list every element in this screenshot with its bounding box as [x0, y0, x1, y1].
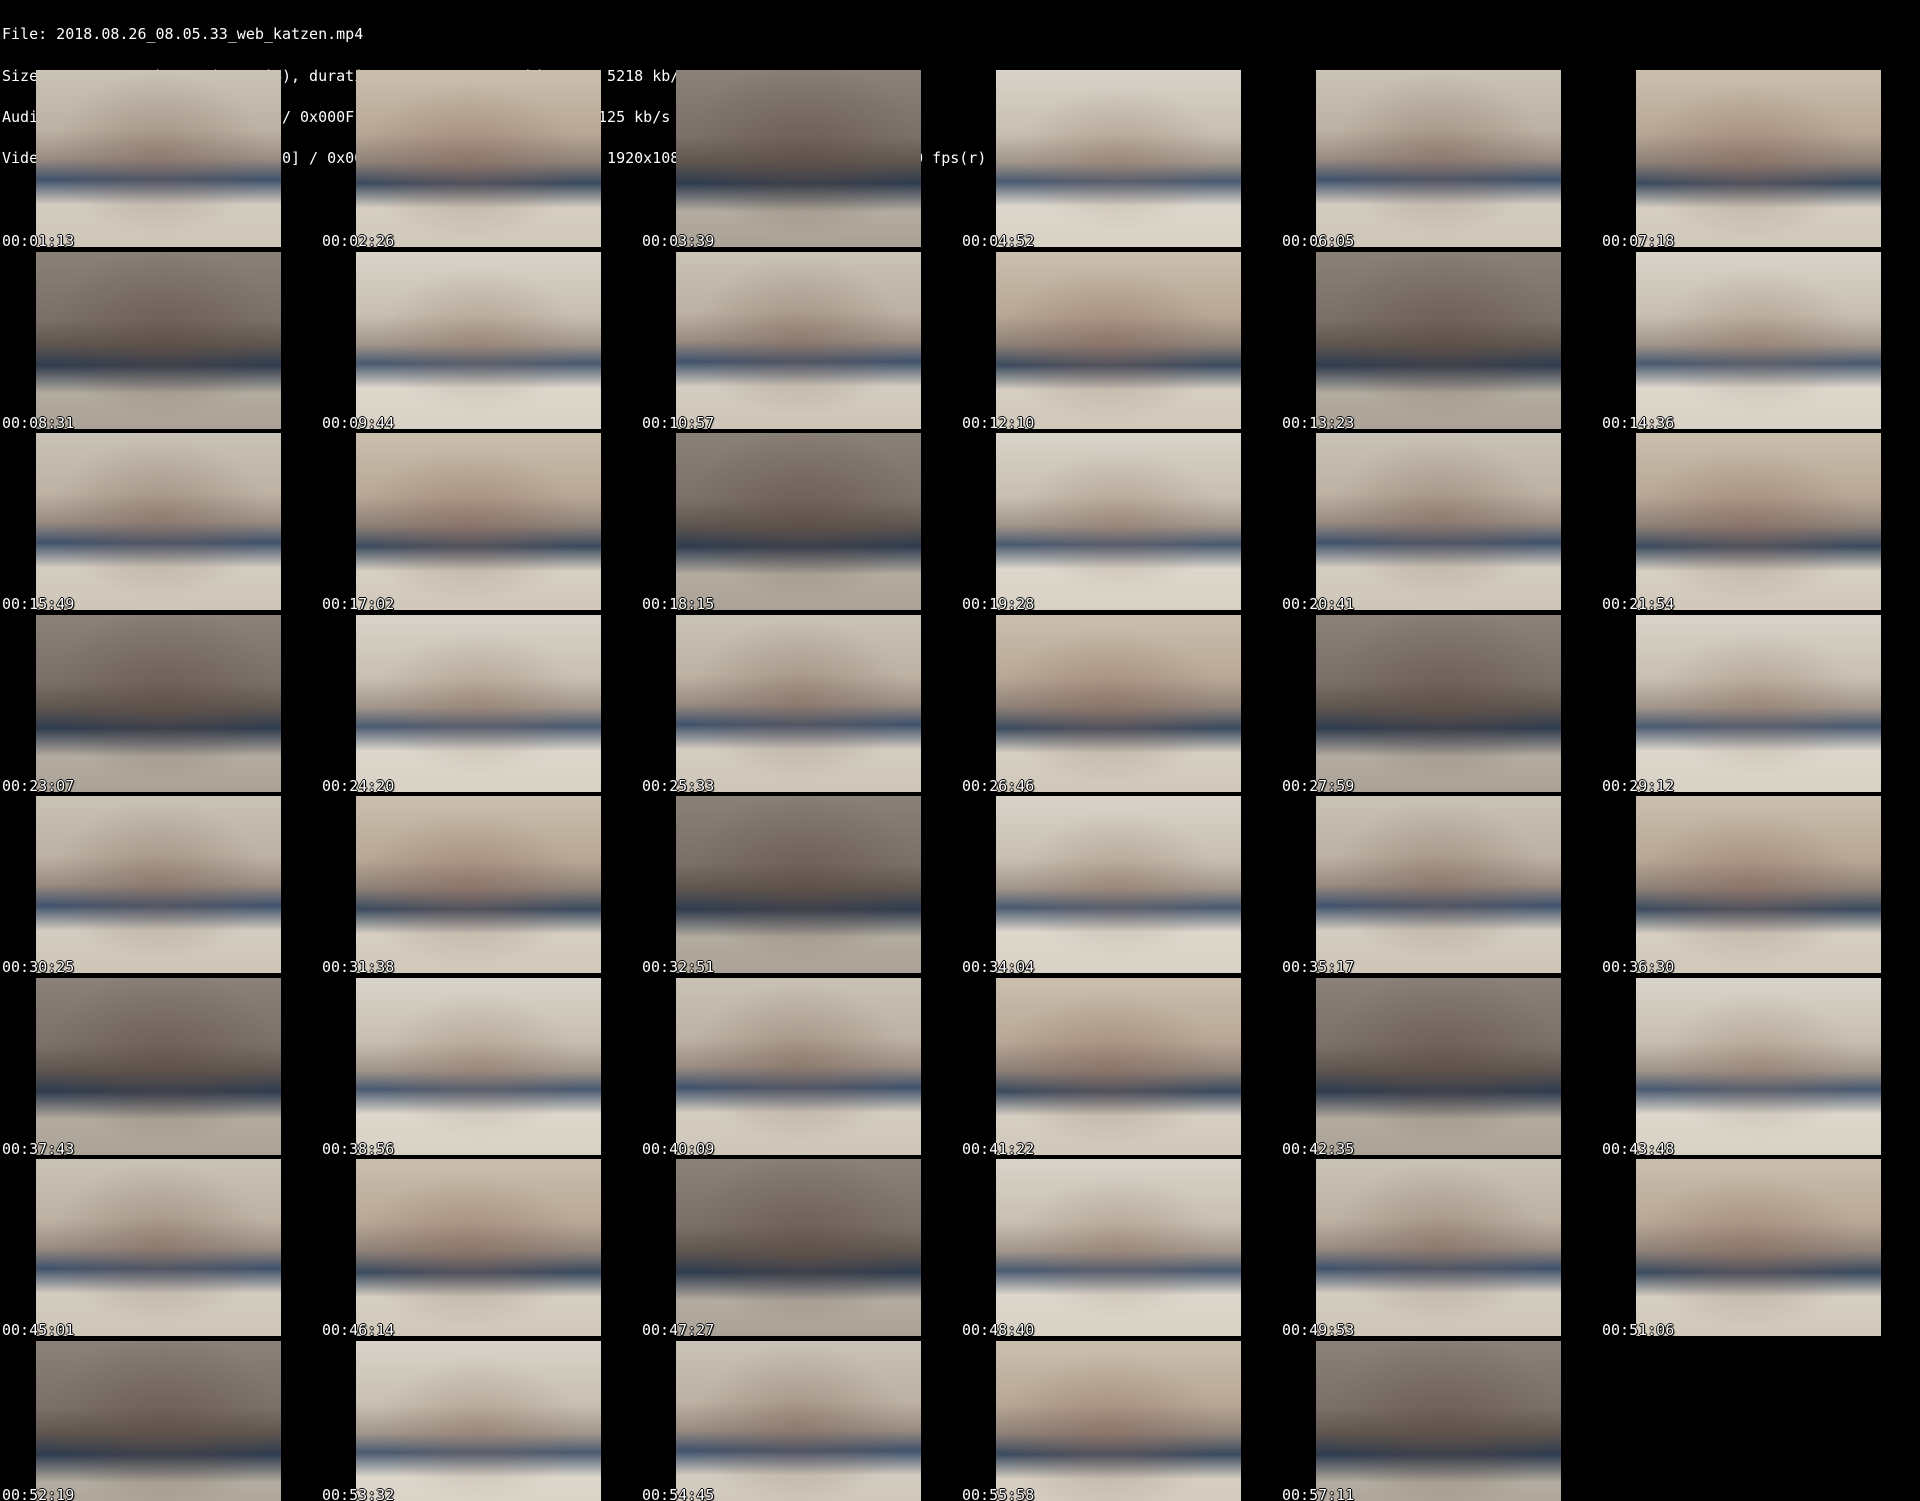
- video-thumbnail: [1316, 70, 1561, 247]
- timestamp-label: 00:47:27: [642, 1321, 715, 1339]
- video-thumbnail: [1636, 70, 1881, 247]
- timestamp-label: 00:41:22: [962, 1140, 1035, 1158]
- timestamp-label: 00:04:52: [962, 232, 1035, 250]
- video-thumbnail: [1636, 1159, 1881, 1336]
- timestamp-label: 00:01:13: [2, 232, 75, 250]
- video-thumbnail: [676, 1341, 921, 1501]
- timestamp-label: 00:29:12: [1602, 777, 1675, 795]
- timestamp-label: 00:40:09: [642, 1140, 715, 1158]
- timestamp-label: 00:38:56: [322, 1140, 395, 1158]
- video-thumbnail: [356, 978, 601, 1155]
- timestamp-label: 00:54:45: [642, 1486, 715, 1501]
- timestamp-label: 00:24:20: [322, 777, 395, 795]
- timestamp-label: 00:46:14: [322, 1321, 395, 1339]
- timestamp-label: 00:20:41: [1282, 595, 1355, 613]
- timestamp-label: 00:06:05: [1282, 232, 1355, 250]
- timestamp-label: 00:53:32: [322, 1486, 395, 1501]
- video-thumbnail: [1316, 252, 1561, 429]
- video-thumbnail: [676, 978, 921, 1155]
- timestamp-label: 00:09:44: [322, 414, 395, 432]
- video-thumbnail: [356, 70, 601, 247]
- timestamp-label: 00:32:51: [642, 958, 715, 976]
- timestamp-label: 00:10:57: [642, 414, 715, 432]
- timestamp-label: 00:14:36: [1602, 414, 1675, 432]
- timestamp-label: 00:15:49: [2, 595, 75, 613]
- timestamp-label: 00:51:06: [1602, 1321, 1675, 1339]
- video-thumbnail: [676, 70, 921, 247]
- timestamp-label: 00:45:01: [2, 1321, 75, 1339]
- timestamp-label: 00:42:35: [1282, 1140, 1355, 1158]
- timestamp-label: 00:19:28: [962, 595, 1035, 613]
- video-thumbnail: [1316, 615, 1561, 792]
- video-thumbnail: [36, 1159, 281, 1336]
- video-thumbnail: [356, 615, 601, 792]
- timestamp-label: 00:12:10: [962, 414, 1035, 432]
- timestamp-label: 00:07:18: [1602, 232, 1675, 250]
- video-thumbnail: [36, 615, 281, 792]
- video-thumbnail: [356, 433, 601, 610]
- video-thumbnail: [996, 70, 1241, 247]
- video-thumbnail: [1636, 796, 1881, 973]
- video-thumbnail: [36, 1341, 281, 1501]
- timestamp-label: 00:52:19: [2, 1486, 75, 1501]
- video-thumbnail: [996, 1159, 1241, 1336]
- timestamp-label: 00:17:02: [322, 595, 395, 613]
- video-thumbnail: [36, 978, 281, 1155]
- video-thumbnail: [1636, 615, 1881, 792]
- video-thumbnail: [36, 433, 281, 610]
- timestamp-label: 00:18:15: [642, 595, 715, 613]
- timestamp-label: 00:35:17: [1282, 958, 1355, 976]
- timestamp-label: 00:02:26: [322, 232, 395, 250]
- video-thumbnail: [1636, 433, 1881, 610]
- timestamp-label: 00:49:53: [1282, 1321, 1355, 1339]
- video-thumbnail: [676, 1159, 921, 1336]
- video-thumbnail: [1316, 1159, 1561, 1336]
- timestamp-label: 00:55:58: [962, 1486, 1035, 1501]
- video-thumbnail: [1316, 978, 1561, 1155]
- video-thumbnail: [36, 252, 281, 429]
- timestamp-label: 00:27:59: [1282, 777, 1355, 795]
- timestamp-label: 00:30:25: [2, 958, 75, 976]
- timestamp-label: 00:57:11: [1282, 1486, 1355, 1501]
- video-thumbnail: [1316, 1341, 1561, 1501]
- timestamp-label: 00:08:31: [2, 414, 75, 432]
- timestamp-label: 00:26:46: [962, 777, 1035, 795]
- video-thumbnail: [356, 1159, 601, 1336]
- timestamp-label: 00:31:38: [322, 958, 395, 976]
- timestamp-label: 00:43:48: [1602, 1140, 1675, 1158]
- video-thumbnail: [676, 252, 921, 429]
- timestamp-label: 00:23:07: [2, 777, 75, 795]
- video-thumbnail: [996, 433, 1241, 610]
- video-thumbnail: [996, 615, 1241, 792]
- video-thumbnail: [996, 252, 1241, 429]
- video-thumbnail: [1316, 433, 1561, 610]
- video-thumbnail: [356, 1341, 601, 1501]
- timestamp-label: 00:13:23: [1282, 414, 1355, 432]
- video-thumbnail: [996, 796, 1241, 973]
- timestamp-label: 00:21:54: [1602, 595, 1675, 613]
- video-thumbnail: [1316, 796, 1561, 973]
- timestamp-label: 00:25:33: [642, 777, 715, 795]
- video-thumbnail: [996, 1341, 1241, 1501]
- timestamp-label: 00:03:39: [642, 232, 715, 250]
- video-thumbnail: [676, 796, 921, 973]
- contact-sheet: File: 2018.08.26_08.05.33_web_katzen.mp4…: [0, 0, 1920, 1501]
- video-thumbnail: [356, 252, 601, 429]
- video-thumbnail: [1636, 252, 1881, 429]
- timestamp-label: 00:37:43: [2, 1140, 75, 1158]
- timestamp-label: 00:48:40: [962, 1321, 1035, 1339]
- timestamp-label: 00:34:04: [962, 958, 1035, 976]
- video-thumbnail: [356, 796, 601, 973]
- video-thumbnail: [676, 615, 921, 792]
- file-info-line: File: 2018.08.26_08.05.33_web_katzen.mp4: [2, 25, 364, 44]
- video-thumbnail: [676, 433, 921, 610]
- video-thumbnail: [36, 70, 281, 247]
- timestamp-label: 00:36:30: [1602, 958, 1675, 976]
- video-thumbnail: [996, 978, 1241, 1155]
- video-thumbnail: [36, 796, 281, 973]
- video-thumbnail: [1636, 978, 1881, 1155]
